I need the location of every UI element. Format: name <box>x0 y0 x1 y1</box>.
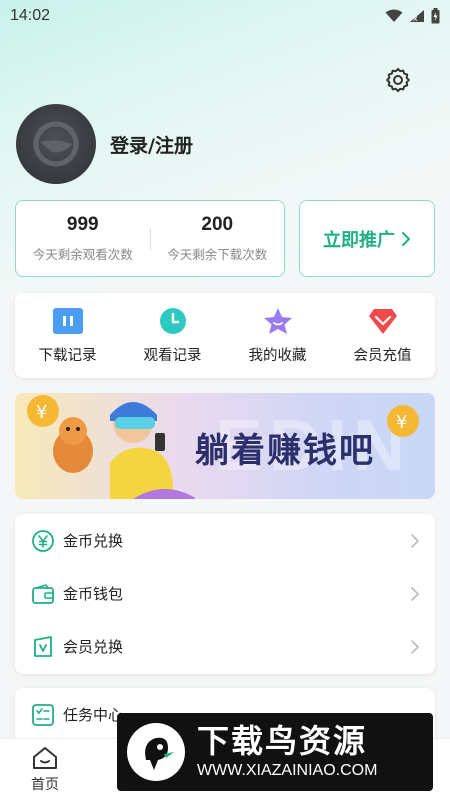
svg-text:x: x <box>413 14 418 23</box>
clock-icon <box>158 306 188 336</box>
quick-action-label: 我的收藏 <box>248 348 307 364</box>
tab-home[interactable]: 首页 <box>0 739 90 800</box>
banner-illustration: ¥ <box>27 395 195 499</box>
diamond-icon <box>368 306 398 336</box>
quick-action-label: 下载记录 <box>38 348 97 364</box>
stat-label: 今天剩余下载次数 <box>167 247 268 262</box>
star-icon <box>263 306 293 336</box>
watermark-overlay: 下载鸟资源 WWW.XIAZAINIAO.COM <box>117 713 433 791</box>
svg-text:¥: ¥ <box>36 402 47 423</box>
menu-item-coin-exchange[interactable]: 金币兑换 <box>15 514 435 567</box>
task-icon <box>31 703 55 727</box>
login-register-link[interactable]: 登录/注册 <box>110 131 193 158</box>
quick-actions-card: 下载记录 观看记录 我的收藏 会员充值 <box>15 293 435 378</box>
wifi-icon <box>385 9 403 22</box>
menu-item-vip-exchange[interactable]: 会员兑换 <box>15 620 435 673</box>
home-icon <box>33 746 57 769</box>
menu-label: 会员兑换 <box>63 638 124 656</box>
promo-banner[interactable]: EDIN ¥ ¥ 躺着赚钱吧 <box>15 393 435 499</box>
status-icons: x <box>385 8 440 24</box>
quick-action-label: 会员充值 <box>353 348 412 364</box>
stats-card: 999 今天剩余观看次数 200 今天剩余下载次数 <box>15 200 285 277</box>
profile-section[interactable]: 登录/注册 <box>16 104 193 184</box>
promote-button[interactable]: 立即推广 <box>299 200 435 277</box>
quick-action-vip-recharge[interactable]: 会员充值 <box>330 306 435 365</box>
chevron-right-icon <box>411 639 419 654</box>
download-record-icon <box>52 306 83 336</box>
vip-icon <box>31 635 55 659</box>
stat-remaining-downloads: 200 今天剩余下载次数 <box>151 214 285 263</box>
watermark-title: 下载鸟资源 <box>197 722 368 761</box>
status-bar: 14:02 x <box>0 0 450 32</box>
stat-remaining-views: 999 今天剩余观看次数 <box>16 214 150 263</box>
menu-item-coin-wallet[interactable]: 金币钱包 <box>15 567 435 620</box>
status-time: 14:02 <box>10 7 51 24</box>
watermark-bird-logo-icon <box>127 723 185 781</box>
menu-label: 金币兑换 <box>63 532 124 550</box>
watermark-texts: 下载鸟资源 WWW.XIAZAINIAO.COM <box>197 724 377 779</box>
chevron-right-icon <box>402 231 410 246</box>
gear-icon <box>386 68 410 92</box>
battery-icon <box>431 8 440 24</box>
avatar[interactable] <box>16 104 96 184</box>
quick-action-favorites[interactable]: 我的收藏 <box>225 306 330 365</box>
watermark-url: WWW.XIAZAINIAO.COM <box>197 761 378 779</box>
stat-label: 今天剩余观看次数 <box>32 247 133 262</box>
settings-button[interactable] <box>384 66 412 94</box>
wallet-icon <box>31 582 55 606</box>
tab-label: 首页 <box>31 776 59 793</box>
quick-action-label: 观看记录 <box>143 348 202 364</box>
signal-icon: x <box>410 10 424 23</box>
promote-label: 立即推广 <box>323 229 395 251</box>
menu-card: 金币兑换 金币钱包 会员兑换 <box>15 514 435 674</box>
quick-action-download-record[interactable]: 下载记录 <box>15 306 120 365</box>
coin-icon: ¥ <box>387 405 419 437</box>
chevron-right-icon <box>411 533 419 548</box>
yen-icon <box>31 529 55 553</box>
stat-value: 999 <box>66 214 99 235</box>
quick-action-watch-record[interactable]: 观看记录 <box>120 306 225 365</box>
chevron-right-icon <box>411 586 419 601</box>
svg-text:¥: ¥ <box>396 412 407 433</box>
stat-value: 200 <box>201 214 234 235</box>
menu-label: 金币钱包 <box>63 585 124 603</box>
banner-title: 躺着赚钱吧 <box>195 431 375 471</box>
app-logo-icon <box>33 121 79 167</box>
